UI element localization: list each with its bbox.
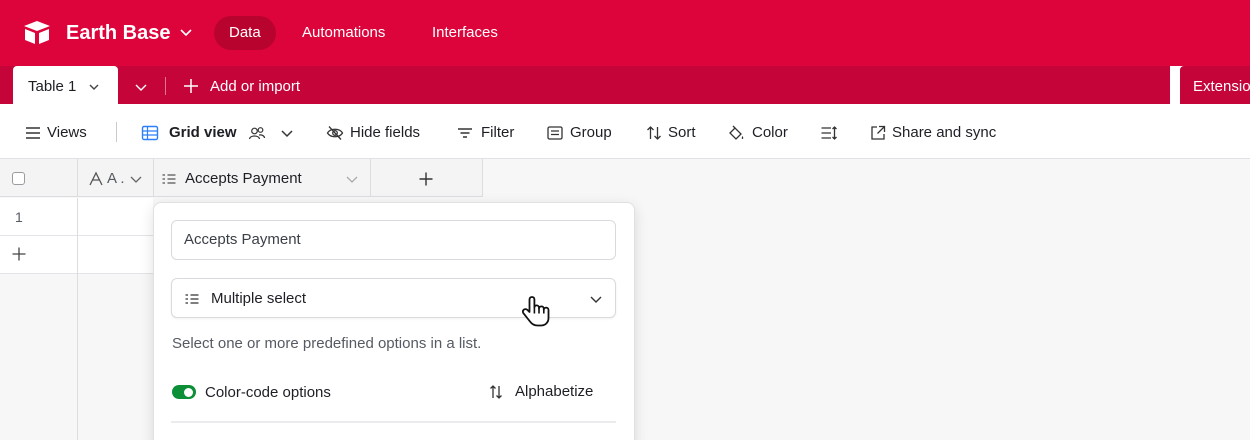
field-name-input[interactable] xyxy=(171,220,616,260)
add-field-plus-icon[interactable] xyxy=(418,171,434,187)
multiple-select-icon xyxy=(185,294,199,304)
base-name[interactable]: Earth Base xyxy=(66,20,171,46)
hide-fields-button[interactable]: Hide fields xyxy=(350,123,420,143)
nav-interfaces[interactable]: Interfaces xyxy=(417,16,513,50)
group-button[interactable]: Group xyxy=(570,123,612,143)
text-field-icon xyxy=(89,171,103,186)
chevron-down-icon[interactable] xyxy=(128,171,144,187)
paint-bucket-icon[interactable] xyxy=(727,124,745,142)
grid-view-button[interactable]: Grid view xyxy=(169,123,237,143)
toggle-knob xyxy=(184,388,193,397)
extensions-label[interactable]: Extensio xyxy=(1193,77,1250,97)
select-all-checkbox[interactable] xyxy=(12,172,25,185)
multiple-select-icon xyxy=(162,174,176,184)
chevron-down-icon[interactable] xyxy=(178,24,194,40)
plus-icon[interactable] xyxy=(182,77,200,95)
tab-table-1-label[interactable]: Table 1 xyxy=(28,77,76,97)
filter-button[interactable]: Filter xyxy=(481,123,514,143)
share-arrow-icon[interactable] xyxy=(869,124,887,142)
header-divider xyxy=(370,159,371,197)
accepts-payment-header[interactable]: Accepts Payment xyxy=(185,169,302,189)
collaborators-icon[interactable] xyxy=(248,124,266,142)
filter-icon[interactable] xyxy=(456,124,474,142)
primary-field-header[interactable]: A . xyxy=(107,169,125,189)
color-code-label[interactable]: Color-code options xyxy=(205,383,331,403)
field-type-description: Select one or more predefined options in… xyxy=(172,335,482,352)
hand-cursor-icon xyxy=(521,296,550,327)
alphabetize-button[interactable]: Alphabetize xyxy=(515,382,593,402)
eye-slash-icon[interactable] xyxy=(326,124,344,142)
sort-arrows-icon[interactable] xyxy=(488,384,504,400)
all-tables-chevron-icon[interactable] xyxy=(134,80,148,94)
tab-divider xyxy=(165,77,166,95)
header-divider xyxy=(482,159,483,197)
nav-data[interactable]: Data xyxy=(214,16,276,50)
views-button[interactable]: Views xyxy=(47,123,87,143)
hamburger-menu-icon[interactable] xyxy=(24,124,42,142)
share-and-sync-button[interactable]: Share and sync xyxy=(892,123,996,143)
airtable-logo-icon[interactable] xyxy=(22,20,52,46)
add-row-plus-icon[interactable] xyxy=(11,246,27,262)
row-height-icon[interactable] xyxy=(820,124,838,142)
column-divider xyxy=(77,198,78,440)
add-or-import-button[interactable]: Add or import xyxy=(210,77,300,97)
field-type-label[interactable]: Multiple select xyxy=(211,289,306,309)
chevron-down-icon[interactable] xyxy=(588,291,604,307)
chevron-down-icon[interactable] xyxy=(278,124,296,142)
chevron-down-icon[interactable] xyxy=(87,80,101,94)
sort-button[interactable]: Sort xyxy=(668,123,696,143)
chevron-down-icon[interactable] xyxy=(344,171,360,187)
nav-automations[interactable]: Automations xyxy=(287,16,400,50)
header-divider xyxy=(153,159,154,197)
sort-icon[interactable] xyxy=(645,124,663,142)
grid-view-icon[interactable] xyxy=(141,124,159,142)
row-number: 1 xyxy=(15,209,23,225)
color-button[interactable]: Color xyxy=(752,123,788,143)
toolbar-divider xyxy=(116,122,117,142)
header-divider xyxy=(77,159,78,197)
group-icon[interactable] xyxy=(546,124,564,142)
table-tab-bar xyxy=(0,66,1170,104)
popover-divider xyxy=(171,421,616,423)
